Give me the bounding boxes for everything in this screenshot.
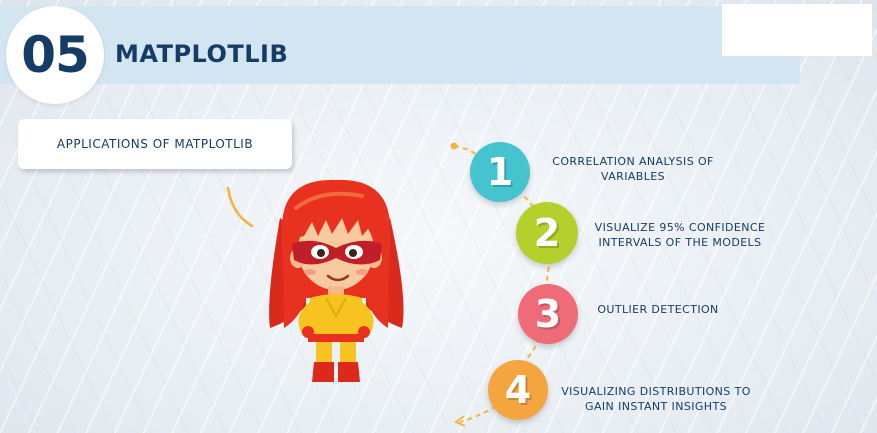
step-2-badge: 2 [516, 202, 578, 264]
blank-overlay-box [722, 4, 872, 56]
step-4-badge: 4 [488, 360, 548, 420]
step-3-text: OUTLIER DETECTION [597, 303, 719, 316]
decorative-arc [226, 186, 254, 228]
step-1-number: 1 [486, 150, 514, 194]
section-number: 05 [21, 26, 90, 84]
applications-heading: APPLICATIONS OF MATPLOTLIB [56, 137, 254, 151]
applications-heading-box: APPLICATIONS OF MATPLOTLIB [18, 119, 292, 169]
step-1-text: CORRELATION ANALYSIS OF VARIABLES [552, 155, 714, 183]
step-1-badge: 1 [470, 142, 530, 202]
superhero-girl-illustration [269, 179, 404, 382]
step-4-text: VISUALIZING DISTRIBUTIONS TO GAIN INSTAN… [561, 385, 751, 413]
step-2-text: VISUALIZE 95% CONFIDENCE INTERVALS OF TH… [594, 221, 766, 249]
step-3-number: 3 [534, 292, 562, 336]
step-3-badge: 3 [518, 284, 578, 344]
step-4-number: 4 [504, 368, 532, 412]
applications-timeline: 1 CORRELATION ANALYSIS OF VARIABLES 2 VI… [440, 130, 870, 430]
section-title: MATPLOTLIB [115, 40, 289, 68]
slide: 05 MATPLOTLIB APPLICATIONS OF MATPLOTLIB [0, 0, 877, 433]
section-number-badge: 05 [6, 6, 104, 104]
step-2-number: 2 [533, 211, 561, 255]
